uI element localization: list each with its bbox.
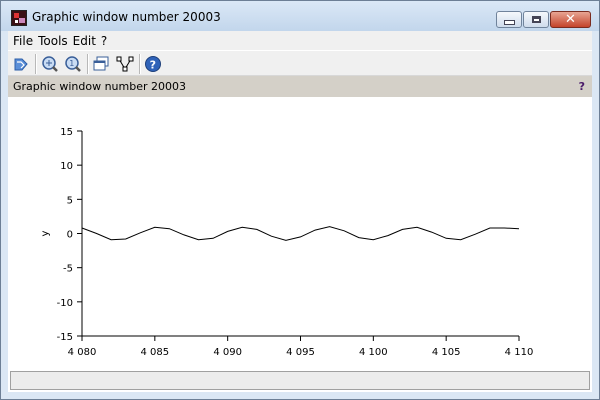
title-bar[interactable]: Graphic window number 20003 ✕	[1, 1, 599, 31]
y-axis-label: y	[40, 230, 51, 236]
y-tick-label: 0	[67, 230, 73, 241]
y-tick-label: -5	[63, 264, 73, 275]
maximize-icon	[531, 16, 541, 23]
svg-text:1: 1	[69, 59, 74, 68]
zoom-reset-button[interactable]: 1	[63, 54, 83, 74]
new-window-button[interactable]	[91, 54, 111, 74]
rotate-icon	[14, 58, 28, 71]
menu-tools[interactable]: Tools	[33, 34, 68, 48]
datatip-button[interactable]	[115, 54, 135, 74]
y-tick-label: 15	[60, 127, 73, 138]
x-tick-label: 4 085	[141, 347, 170, 358]
y-tick-label: 5	[67, 195, 73, 206]
figure-info-bar: Graphic window number 20003 ?	[8, 76, 592, 97]
figure-info-text: Graphic window number 20003	[13, 80, 186, 93]
y-tick-label: -15	[57, 332, 73, 343]
x-tick-label: 4 090	[213, 347, 242, 358]
maximize-button[interactable]	[523, 11, 549, 28]
x-tick-label: 4 080	[68, 347, 97, 358]
scilab-app-icon	[11, 10, 27, 26]
toolbar-separator	[139, 54, 141, 74]
zoom-button[interactable]	[40, 54, 60, 74]
menu-file[interactable]: File	[8, 34, 33, 48]
close-icon: ✕	[565, 12, 576, 27]
x-tick-label: 4 110	[505, 347, 534, 358]
menu-edit[interactable]: Edit	[68, 34, 96, 48]
minimize-button[interactable]	[496, 11, 522, 28]
menu-bar: File Tools Edit ?	[8, 31, 592, 50]
help-button[interactable]: ?	[143, 54, 163, 74]
menu-help[interactable]: ?	[96, 34, 107, 48]
datatip-icon	[116, 56, 134, 72]
toolbar-separator	[35, 54, 37, 74]
status-bar	[10, 371, 590, 390]
graphic-window: Graphic window number 20003 ✕ File Tools…	[0, 0, 600, 400]
close-button[interactable]: ✕	[550, 11, 591, 28]
window-client-area: File Tools Edit ? 1 ? Graphic window num…	[8, 31, 592, 392]
series-line	[81, 226, 520, 241]
zoom-reset-icon: 1	[65, 56, 81, 72]
info-help-icon[interactable]: ?	[579, 80, 585, 93]
svg-text:?: ?	[150, 58, 156, 71]
x-tick-label: 4 100	[359, 347, 388, 358]
new-window-icon	[93, 56, 109, 71]
toolbar: 1 ?	[8, 50, 592, 76]
plot-area[interactable]: 15 10 5 0 -5 -10 -15 4 080 4 085 4 090 4 095 4 100 4…	[8, 97, 592, 371]
y-tick-label: 10	[60, 161, 73, 172]
plot-canvas[interactable]: 15 10 5 0 -5 -10 -15 4 080 4 085 4 090 4 095 4 100 4…	[8, 97, 592, 371]
y-tick-label: -10	[57, 298, 73, 309]
rotate-button[interactable]	[11, 54, 31, 74]
minimize-icon	[503, 20, 515, 25]
x-tick-label: 4 095	[286, 347, 315, 358]
window-title: Graphic window number 20003	[32, 10, 221, 24]
help-icon: ?	[145, 56, 161, 72]
toolbar-separator	[87, 54, 89, 74]
x-tick-label: 4 105	[432, 347, 461, 358]
zoom-in-icon	[42, 56, 58, 72]
